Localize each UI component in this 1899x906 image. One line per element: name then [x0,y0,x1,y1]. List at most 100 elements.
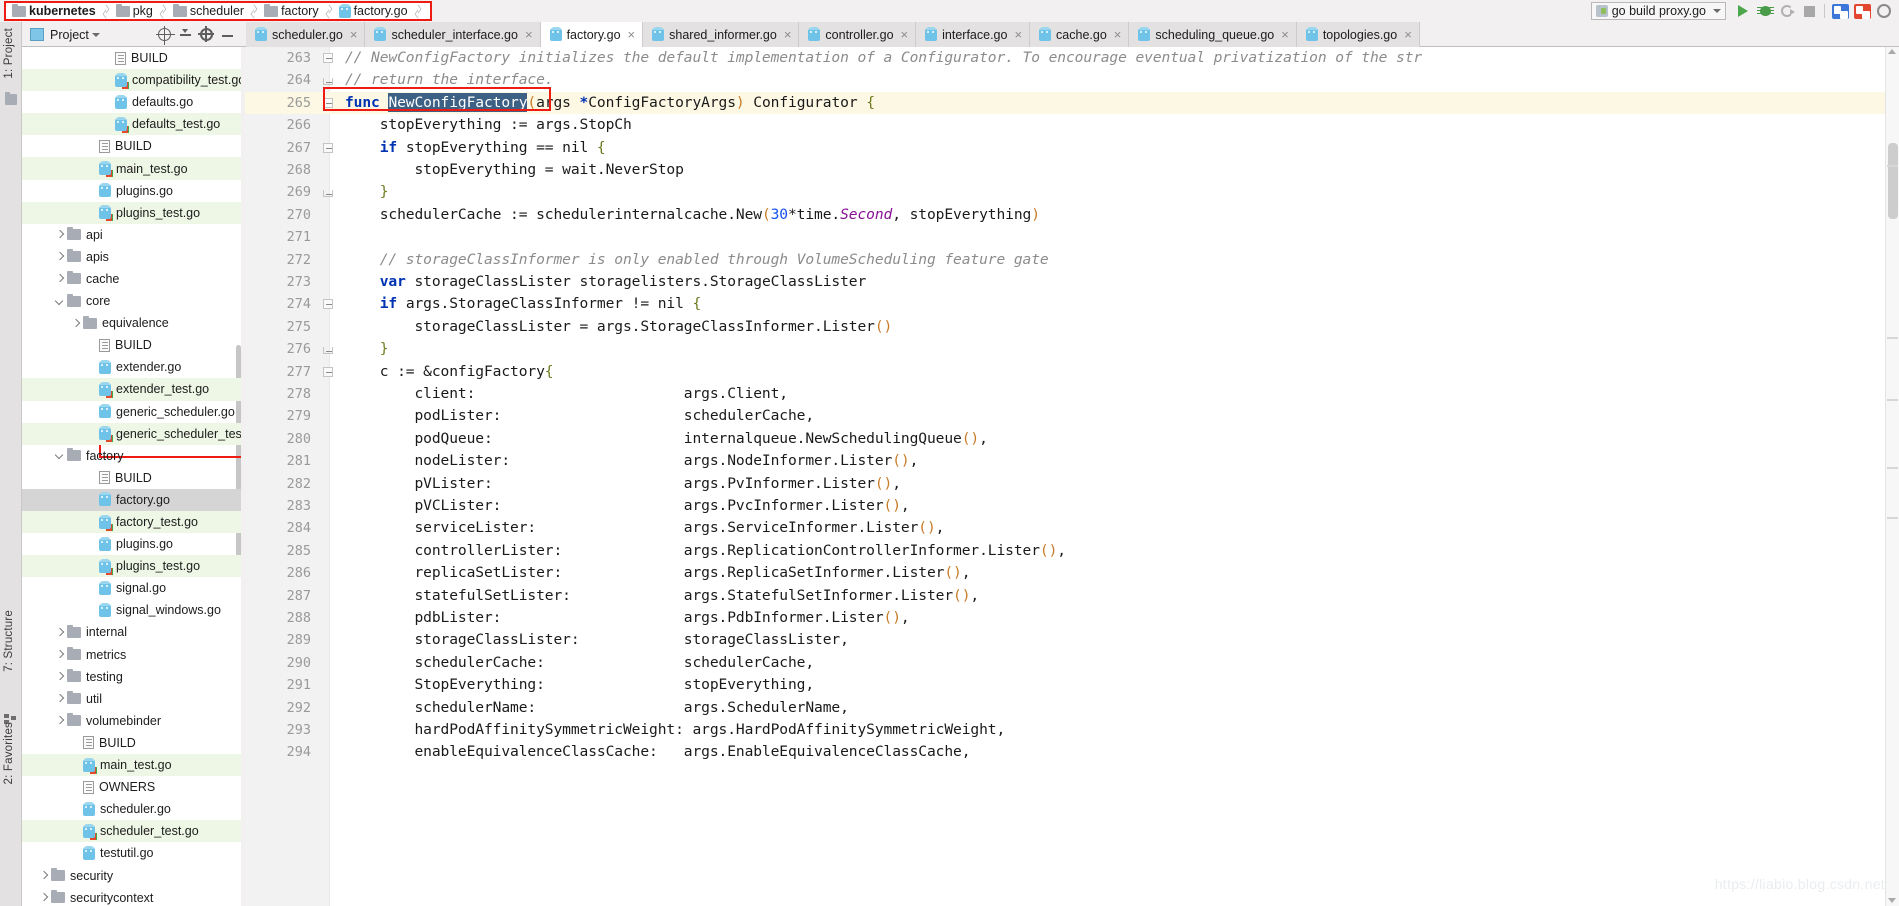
tab-interface-go[interactable]: interface.go × [916,22,1031,47]
tree-item-selected[interactable]: factory.go [22,488,241,511]
chevron-right-icon[interactable] [54,251,65,262]
tree-item[interactable]: core [22,290,241,312]
stripe-structure-label[interactable]: 7: Structure [3,610,15,672]
tab-scheduling_queue-go[interactable]: scheduling_queue.go × [1129,22,1297,47]
code-line[interactable]: 269 } [245,181,1899,203]
fold-toggle-icon[interactable] [323,299,334,310]
project-chevron-down-icon[interactable] [91,32,100,37]
breadcrumb-item-factory[interactable]: factory [262,2,321,20]
stripe-project-label[interactable]: 1: Project [3,28,15,79]
fold-toggle-icon[interactable] [323,97,334,109]
tree-item[interactable]: scheduler_test.go [22,820,241,843]
close-icon[interactable]: × [628,28,636,41]
code-line[interactable]: 268 stopEverything = wait.NeverStop [245,159,1899,181]
tab-factory-go[interactable]: factory.go × [540,22,644,47]
tree-item[interactable]: plugins.go [22,180,241,202]
tree-item[interactable]: testutil.go [22,842,241,864]
tab-controller-go[interactable]: controller.go × [799,22,917,47]
tab-scheduler_interface-go[interactable]: scheduler_interface.go × [365,22,541,47]
search-everywhere-button[interactable] [1873,1,1895,21]
tree-item[interactable]: BUILD [22,47,241,69]
tree-item[interactable]: securitycontext [22,887,241,906]
rerun-button[interactable] [1776,1,1798,21]
tree-item[interactable]: scheduler.go [22,798,241,820]
breadcrumb-item-kubernetes[interactable]: kubernetes [10,2,98,20]
chevron-right-icon[interactable] [54,229,65,240]
stripe-favorites-label[interactable]: 2: Favorites [3,722,15,784]
run-configuration-selector[interactable]: go build proxy.go [1590,2,1726,20]
code-line[interactable]: 274 if args.StorageClassInformer != nil … [245,293,1899,315]
tree-item[interactable]: factory_test.go [22,510,241,534]
tree-item[interactable]: cache [22,268,241,290]
close-icon[interactable]: × [1014,28,1022,41]
project-tree[interactable]: BUILD compatibility_test.go defaults.go def… [22,47,241,906]
code-line[interactable]: 271 [245,226,1899,248]
tree-item[interactable]: volumebinder [22,710,241,732]
chevron-right-icon[interactable] [54,715,65,726]
tree-item[interactable]: extender.go [22,356,241,378]
code-line[interactable]: 272 // storageClassInformer is only enab… [245,249,1899,271]
tab-shared_informer-go[interactable]: shared_informer.go × [643,22,800,47]
chevron-right-icon[interactable] [54,627,65,638]
code-line[interactable]: 290 schedulerCache: schedulerCache, [245,652,1899,674]
close-icon[interactable]: × [350,28,358,41]
code-editor[interactable]: 263 // NewConfigFactory initializes the d… [245,47,1899,906]
code-line[interactable]: 289 storageClassLister: storageClassList… [245,629,1899,651]
chevron-right-icon[interactable] [54,649,65,660]
tree-item[interactable]: extender_test.go [22,378,241,401]
scroll-down-icon[interactable] [1888,898,1897,904]
fold-toggle-icon[interactable] [323,187,334,198]
code-line[interactable]: 294 enableEquivalenceClassCache: args.En… [245,741,1899,763]
code-line[interactable]: 279 podLister: schedulerCache, [245,405,1899,427]
tree-item[interactable]: signal_windows.go [22,599,241,621]
tree-item[interactable]: signal.go [22,577,241,599]
fold-toggle-icon[interactable] [323,142,334,154]
tree-item[interactable]: BUILD [22,467,241,489]
chevron-down-icon[interactable] [54,450,65,461]
tab-scheduler-go[interactable]: scheduler.go × [246,22,366,47]
tree-item[interactable]: factory [22,445,241,467]
breadcrumb[interactable]: kubernetes pkg scheduler factory factory.go [4,1,432,21]
chevron-right-icon[interactable] [54,693,65,704]
code-line[interactable]: 292 schedulerName: args.SchedulerName, [245,697,1899,719]
run-button[interactable] [1732,1,1754,21]
tree-item[interactable]: defaults_test.go [22,113,241,136]
tree-item[interactable]: plugins_test.go [22,555,241,578]
chevron-right-icon[interactable] [38,870,49,881]
code-line[interactable]: 284 serviceLister: args.ServiceInformer.… [245,517,1899,539]
tree-item[interactable]: testing [22,666,241,688]
tree-item[interactable]: equivalence [22,312,241,334]
code-line[interactable]: 285 controllerLister: args.ReplicationCo… [245,540,1899,562]
code-line[interactable]: 267 if stopEverything == nil { [245,137,1899,159]
code-line[interactable]: 276 } [245,338,1899,360]
tree-item[interactable]: apis [22,246,241,268]
close-icon[interactable]: × [1281,28,1289,41]
code-line[interactable]: 266 stopEverything := args.StopCh [245,114,1899,136]
tree-item[interactable]: main_test.go [22,754,241,777]
tree-item[interactable]: api [22,224,241,246]
tree-item[interactable]: BUILD [22,732,241,754]
code-line[interactable]: 273 var storageClassLister storagelister… [245,271,1899,293]
breadcrumb-item-scheduler[interactable]: scheduler [171,2,246,20]
tab-cache-go[interactable]: cache.go × [1030,22,1130,47]
translate-button[interactable] [1829,1,1851,21]
tree-item[interactable]: security [22,864,241,886]
code-line[interactable]: 286 replicaSetLister: args.ReplicaSetInf… [245,562,1899,584]
code-line[interactable]: 283 pVCLister: args.PvcInformer.Lister()… [245,495,1899,517]
code-line[interactable]: 264 // return the interface. [245,69,1899,91]
stop-button[interactable] [1798,1,1820,21]
code-line[interactable]: 278 client: args.Client, [245,383,1899,405]
fold-toggle-icon[interactable] [323,344,334,355]
code-line[interactable]: 275 storageClassLister = args.StorageCla… [245,316,1899,338]
tree-item[interactable]: plugins.go [22,533,241,555]
code-line[interactable]: 270 schedulerCache := schedulerinternalc… [245,204,1899,226]
fold-toggle-icon[interactable] [323,75,334,86]
code-line[interactable]: 288 pdbLister: args.PdbInformer.Lister()… [245,607,1899,629]
stripe-project-icon[interactable] [5,92,17,105]
translate-alt-button[interactable] [1851,1,1873,21]
tree-item[interactable]: BUILD [22,135,241,157]
tree-item[interactable]: internal [22,621,241,643]
minimize-icon[interactable] [221,28,234,41]
code-line[interactable]: 281 nodeLister: args.NodeInformer.Lister… [245,450,1899,472]
fold-toggle-icon[interactable] [323,53,334,64]
